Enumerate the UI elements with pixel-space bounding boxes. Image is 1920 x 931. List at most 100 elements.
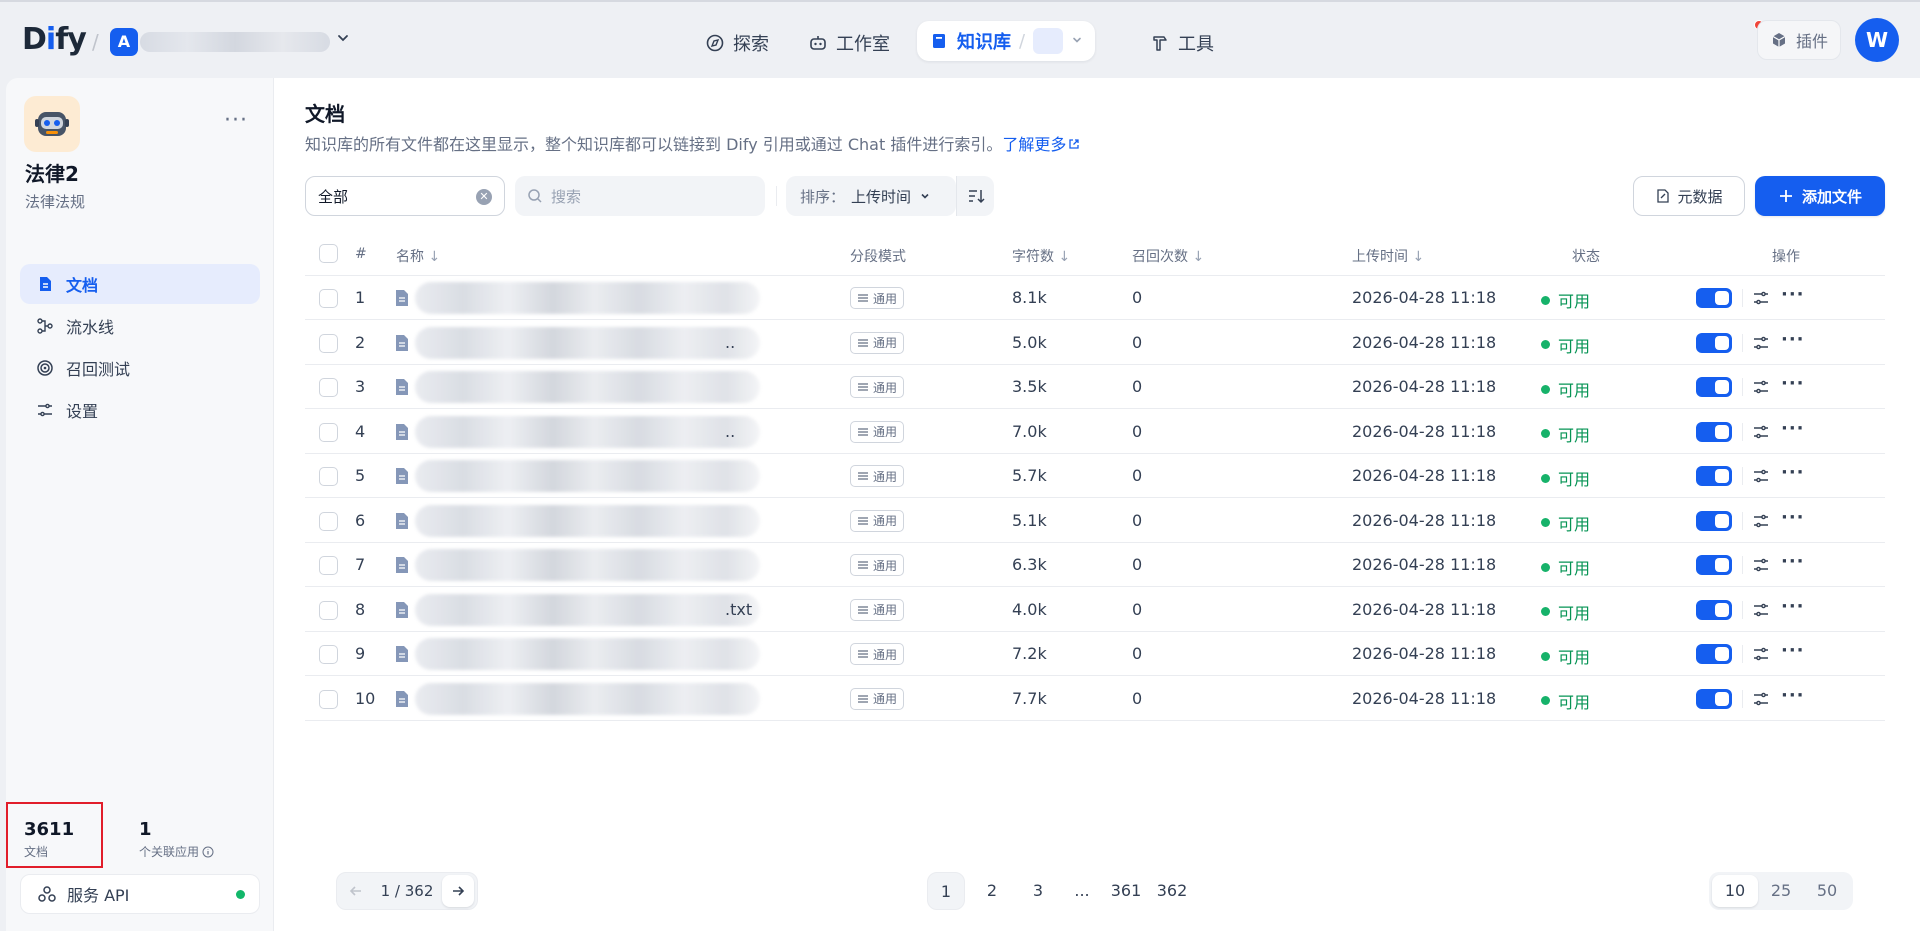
next-page-button[interactable]	[442, 875, 474, 907]
settings-icon[interactable]	[1752, 378, 1770, 396]
row-checkbox[interactable]	[319, 378, 338, 397]
col-name[interactable]: 名称 ↓	[396, 246, 440, 266]
settings-icon[interactable]	[1752, 601, 1770, 619]
settings-icon[interactable]	[1752, 289, 1770, 307]
row-checkbox[interactable]	[319, 556, 338, 575]
sort-order-button[interactable]	[956, 176, 994, 216]
col-hits[interactable]: 召回次数 ↓	[1132, 246, 1204, 266]
enable-toggle[interactable]	[1696, 555, 1732, 575]
document-name-redacted[interactable]	[415, 460, 760, 492]
document-name-redacted[interactable]	[415, 638, 760, 670]
document-name-redacted[interactable]	[415, 282, 760, 314]
document-name-redacted[interactable]	[415, 682, 760, 715]
row-checkbox[interactable]	[319, 689, 338, 709]
nav-tab-knowledge[interactable]: 知识库 /	[917, 21, 1096, 61]
dify-logo[interactable]: Dify	[22, 22, 87, 57]
nav-tab-explore[interactable]: 探索	[705, 26, 769, 60]
page-number-button[interactable]: 1	[927, 872, 965, 910]
enable-toggle[interactable]	[1696, 421, 1732, 442]
table-row[interactable]: 2.. 通用 5.0k 0 2026-04-28 11:18 可用 ···	[305, 321, 1885, 365]
more-icon[interactable]: ···	[224, 108, 248, 133]
settings-icon[interactable]	[1752, 512, 1770, 530]
settings-icon[interactable]	[1752, 690, 1770, 708]
select-all-checkbox[interactable]	[319, 244, 338, 263]
service-api-button[interactable]: 服务 API	[20, 874, 260, 914]
prev-page-button[interactable]	[340, 875, 372, 907]
chevron-down-icon[interactable]	[1071, 34, 1083, 49]
settings-icon[interactable]	[1752, 423, 1770, 441]
more-icon[interactable]: ···	[1781, 507, 1805, 528]
more-icon[interactable]: ···	[1781, 685, 1805, 706]
col-uploaded[interactable]: 上传时间 ↓	[1352, 246, 1424, 266]
settings-icon[interactable]	[1752, 556, 1770, 574]
enable-toggle[interactable]	[1696, 332, 1732, 353]
nav-tab-tools[interactable]: 工具	[1150, 26, 1214, 60]
row-checkbox[interactable]	[319, 511, 338, 531]
more-icon[interactable]: ···	[1781, 551, 1805, 572]
row-checkbox[interactable]	[319, 600, 338, 620]
row-checkbox[interactable]	[319, 467, 338, 486]
current-knowledge-redacted[interactable]	[1033, 28, 1064, 54]
more-icon[interactable]: ···	[1781, 462, 1805, 483]
more-icon[interactable]: ···	[1781, 329, 1805, 350]
table-row[interactable]: 7 通用 6.3k 0 2026-04-28 11:18 可用 ···	[305, 543, 1885, 587]
page-size-option[interactable]: 25	[1758, 875, 1804, 907]
document-name-redacted[interactable]	[415, 549, 760, 581]
settings-icon[interactable]	[1752, 467, 1770, 485]
row-checkbox[interactable]	[319, 333, 338, 353]
more-icon[interactable]: ···	[1781, 640, 1805, 661]
nav-tab-studio[interactable]: 工作室	[808, 26, 890, 60]
plugins-button[interactable]: 插件	[1757, 20, 1841, 60]
table-row[interactable]: 1 通用 8.1k 0 2026-04-28 11:18 可用 ···	[305, 276, 1885, 320]
document-name-redacted[interactable]	[415, 504, 760, 537]
metadata-button[interactable]: 元数据	[1633, 176, 1745, 216]
sidebar-item-pipeline[interactable]: 流水线	[20, 306, 260, 346]
table-row[interactable]: 5 通用 5.7k 0 2026-04-28 11:18 可用 ···	[305, 454, 1885, 498]
enable-toggle[interactable]	[1696, 510, 1732, 531]
enable-toggle[interactable]	[1696, 644, 1732, 664]
enable-toggle[interactable]	[1696, 688, 1732, 709]
add-file-button[interactable]: 添加文件	[1755, 176, 1885, 216]
sidebar-item-documents[interactable]: 文档	[20, 264, 260, 304]
chevron-down-icon[interactable]	[336, 30, 350, 49]
table-row[interactable]: 8 .txt 通用 4.0k 0 2026-04-28 11:18 可用 ···	[305, 588, 1885, 632]
search-input[interactable]: 搜索	[515, 176, 765, 216]
table-row[interactable]: 3 通用 3.5k 0 2026-04-28 11:18 可用 ···	[305, 365, 1885, 409]
enable-toggle[interactable]	[1696, 599, 1732, 620]
table-row[interactable]: 6 通用 5.1k 0 2026-04-28 11:18 可用 ···	[305, 499, 1885, 543]
document-name-redacted[interactable]	[415, 371, 760, 403]
more-icon[interactable]: ···	[1781, 596, 1805, 617]
page-number-button[interactable]: 2	[973, 872, 1011, 910]
user-avatar[interactable]: W	[1855, 18, 1899, 62]
more-icon[interactable]: ···	[1781, 284, 1805, 305]
row-checkbox[interactable]	[319, 645, 338, 664]
page-number-button[interactable]: 362	[1153, 872, 1191, 910]
workspace-avatar[interactable]: A	[110, 28, 138, 56]
sidebar-item-settings[interactable]: 设置	[20, 390, 260, 430]
settings-icon[interactable]	[1752, 645, 1770, 663]
document-name-redacted[interactable]	[415, 593, 760, 626]
table-row[interactable]: 4.. 通用 7.0k 0 2026-04-28 11:18 可用 ···	[305, 410, 1885, 454]
table-row[interactable]: 9 通用 7.2k 0 2026-04-28 11:18 可用 ···	[305, 632, 1885, 676]
more-icon[interactable]: ···	[1781, 373, 1805, 394]
document-name-redacted[interactable]	[415, 415, 760, 448]
status-filter-select[interactable]: 全部 ✕	[305, 176, 505, 216]
page-size-option[interactable]: 10	[1712, 875, 1758, 907]
document-name-redacted[interactable]	[415, 326, 760, 359]
sidebar-item-retrieval-test[interactable]: 召回测试	[20, 348, 260, 388]
settings-icon[interactable]	[1752, 334, 1770, 352]
info-icon[interactable]	[202, 846, 214, 858]
col-chars[interactable]: 字符数 ↓	[1012, 246, 1070, 266]
row-checkbox[interactable]	[319, 422, 338, 442]
learn-more-link[interactable]: 了解更多	[1002, 135, 1080, 154]
page-number-button[interactable]: 3	[1019, 872, 1057, 910]
clear-icon[interactable]: ✕	[476, 189, 492, 205]
enable-toggle[interactable]	[1696, 288, 1732, 308]
page-number-button[interactable]: 361	[1107, 872, 1145, 910]
table-row[interactable]: 10 通用 7.7k 0 2026-04-28 11:18 可用 ···	[305, 677, 1885, 721]
workspace-name-redacted[interactable]	[140, 32, 330, 52]
row-checkbox[interactable]	[319, 289, 338, 308]
enable-toggle[interactable]	[1696, 377, 1732, 397]
more-icon[interactable]: ···	[1781, 418, 1805, 439]
page-size-option[interactable]: 50	[1804, 875, 1850, 907]
